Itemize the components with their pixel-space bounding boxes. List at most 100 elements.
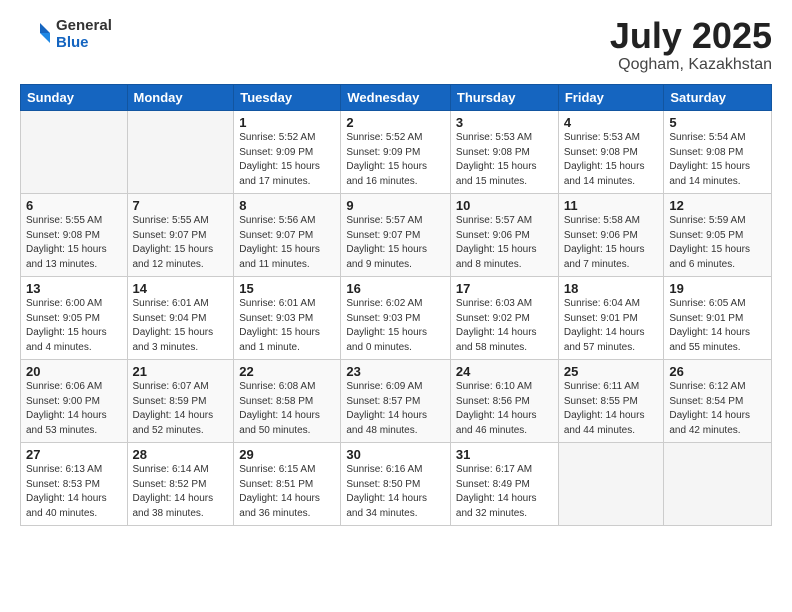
calendar-day-cell: 25Sunrise: 6:11 AM Sunset: 8:55 PM Dayli…: [558, 360, 664, 443]
header: General Blue July 2025 Qogham, Kazakhsta…: [20, 18, 772, 74]
logo-text: General Blue: [56, 18, 112, 51]
calendar-day-cell: 28Sunrise: 6:14 AM Sunset: 8:52 PM Dayli…: [127, 443, 234, 526]
day-info: Sunrise: 5:56 AM Sunset: 9:07 PM Dayligh…: [239, 214, 335, 272]
day-number: 25: [564, 364, 659, 379]
calendar-day-cell: 19Sunrise: 6:05 AM Sunset: 9:01 PM Dayli…: [664, 277, 772, 360]
day-number: 13: [26, 281, 122, 296]
month-year-title: July 2025: [610, 18, 772, 54]
calendar-day-cell: 3Sunrise: 5:53 AM Sunset: 9:08 PM Daylig…: [450, 111, 558, 194]
day-info: Sunrise: 5:57 AM Sunset: 9:06 PM Dayligh…: [456, 214, 553, 272]
day-number: 21: [133, 364, 229, 379]
calendar-day-cell: 13Sunrise: 6:00 AM Sunset: 9:05 PM Dayli…: [21, 277, 128, 360]
calendar-week-row: 6Sunrise: 5:55 AM Sunset: 9:08 PM Daylig…: [21, 194, 772, 277]
day-info: Sunrise: 6:16 AM Sunset: 8:50 PM Dayligh…: [346, 463, 445, 521]
col-monday: Monday: [127, 85, 234, 111]
logo-blue-label: Blue: [56, 35, 112, 52]
day-info: Sunrise: 5:54 AM Sunset: 9:08 PM Dayligh…: [669, 131, 766, 189]
logo: General Blue: [20, 18, 112, 51]
day-number: 14: [133, 281, 229, 296]
calendar-day-cell: [558, 443, 664, 526]
col-wednesday: Wednesday: [341, 85, 451, 111]
day-info: Sunrise: 5:52 AM Sunset: 9:09 PM Dayligh…: [346, 131, 445, 189]
day-number: 12: [669, 198, 766, 213]
logo-general-label: General: [56, 18, 112, 35]
title-section: July 2025 Qogham, Kazakhstan: [610, 18, 772, 74]
day-info: Sunrise: 6:11 AM Sunset: 8:55 PM Dayligh…: [564, 380, 659, 438]
day-info: Sunrise: 6:01 AM Sunset: 9:04 PM Dayligh…: [133, 297, 229, 355]
day-number: 30: [346, 447, 445, 462]
day-number: 8: [239, 198, 335, 213]
col-thursday: Thursday: [450, 85, 558, 111]
day-info: Sunrise: 5:53 AM Sunset: 9:08 PM Dayligh…: [564, 131, 659, 189]
calendar-day-cell: 16Sunrise: 6:02 AM Sunset: 9:03 PM Dayli…: [341, 277, 451, 360]
day-number: 18: [564, 281, 659, 296]
day-number: 9: [346, 198, 445, 213]
day-info: Sunrise: 6:15 AM Sunset: 8:51 PM Dayligh…: [239, 463, 335, 521]
day-number: 19: [669, 281, 766, 296]
day-info: Sunrise: 6:06 AM Sunset: 9:00 PM Dayligh…: [26, 380, 122, 438]
day-number: 22: [239, 364, 335, 379]
day-info: Sunrise: 6:05 AM Sunset: 9:01 PM Dayligh…: [669, 297, 766, 355]
calendar-day-cell: 24Sunrise: 6:10 AM Sunset: 8:56 PM Dayli…: [450, 360, 558, 443]
calendar-day-cell: 23Sunrise: 6:09 AM Sunset: 8:57 PM Dayli…: [341, 360, 451, 443]
calendar-day-cell: 31Sunrise: 6:17 AM Sunset: 8:49 PM Dayli…: [450, 443, 558, 526]
day-number: 11: [564, 198, 659, 213]
calendar-day-cell: 30Sunrise: 6:16 AM Sunset: 8:50 PM Dayli…: [341, 443, 451, 526]
day-info: Sunrise: 6:10 AM Sunset: 8:56 PM Dayligh…: [456, 380, 553, 438]
day-number: 31: [456, 447, 553, 462]
calendar-header-row: Sunday Monday Tuesday Wednesday Thursday…: [21, 85, 772, 111]
day-info: Sunrise: 6:14 AM Sunset: 8:52 PM Dayligh…: [133, 463, 229, 521]
day-number: 6: [26, 198, 122, 213]
col-tuesday: Tuesday: [234, 85, 341, 111]
calendar-day-cell: 2Sunrise: 5:52 AM Sunset: 9:09 PM Daylig…: [341, 111, 451, 194]
day-number: 5: [669, 115, 766, 130]
day-number: 3: [456, 115, 553, 130]
location-label: Qogham, Kazakhstan: [610, 56, 772, 74]
day-number: 23: [346, 364, 445, 379]
day-info: Sunrise: 6:02 AM Sunset: 9:03 PM Dayligh…: [346, 297, 445, 355]
calendar-day-cell: 11Sunrise: 5:58 AM Sunset: 9:06 PM Dayli…: [558, 194, 664, 277]
calendar-day-cell: 6Sunrise: 5:55 AM Sunset: 9:08 PM Daylig…: [21, 194, 128, 277]
day-info: Sunrise: 5:53 AM Sunset: 9:08 PM Dayligh…: [456, 131, 553, 189]
calendar-day-cell: 4Sunrise: 5:53 AM Sunset: 9:08 PM Daylig…: [558, 111, 664, 194]
day-info: Sunrise: 5:52 AM Sunset: 9:09 PM Dayligh…: [239, 131, 335, 189]
col-sunday: Sunday: [21, 85, 128, 111]
day-info: Sunrise: 6:09 AM Sunset: 8:57 PM Dayligh…: [346, 380, 445, 438]
day-number: 27: [26, 447, 122, 462]
calendar-week-row: 27Sunrise: 6:13 AM Sunset: 8:53 PM Dayli…: [21, 443, 772, 526]
calendar-day-cell: [21, 111, 128, 194]
day-number: 7: [133, 198, 229, 213]
calendar-day-cell: 29Sunrise: 6:15 AM Sunset: 8:51 PM Dayli…: [234, 443, 341, 526]
day-info: Sunrise: 6:00 AM Sunset: 9:05 PM Dayligh…: [26, 297, 122, 355]
calendar-day-cell: [127, 111, 234, 194]
day-number: 26: [669, 364, 766, 379]
day-number: 17: [456, 281, 553, 296]
calendar-day-cell: 15Sunrise: 6:01 AM Sunset: 9:03 PM Dayli…: [234, 277, 341, 360]
day-info: Sunrise: 5:59 AM Sunset: 9:05 PM Dayligh…: [669, 214, 766, 272]
day-info: Sunrise: 6:12 AM Sunset: 8:54 PM Dayligh…: [669, 380, 766, 438]
calendar-day-cell: [664, 443, 772, 526]
calendar-day-cell: 21Sunrise: 6:07 AM Sunset: 8:59 PM Dayli…: [127, 360, 234, 443]
calendar-day-cell: 8Sunrise: 5:56 AM Sunset: 9:07 PM Daylig…: [234, 194, 341, 277]
day-info: Sunrise: 6:01 AM Sunset: 9:03 PM Dayligh…: [239, 297, 335, 355]
day-number: 24: [456, 364, 553, 379]
day-number: 1: [239, 115, 335, 130]
calendar-day-cell: 10Sunrise: 5:57 AM Sunset: 9:06 PM Dayli…: [450, 194, 558, 277]
day-number: 4: [564, 115, 659, 130]
day-number: 29: [239, 447, 335, 462]
day-info: Sunrise: 5:55 AM Sunset: 9:07 PM Dayligh…: [133, 214, 229, 272]
day-info: Sunrise: 6:07 AM Sunset: 8:59 PM Dayligh…: [133, 380, 229, 438]
logo-icon: [20, 19, 52, 51]
day-info: Sunrise: 6:03 AM Sunset: 9:02 PM Dayligh…: [456, 297, 553, 355]
day-number: 2: [346, 115, 445, 130]
calendar-day-cell: 22Sunrise: 6:08 AM Sunset: 8:58 PM Dayli…: [234, 360, 341, 443]
page: General Blue July 2025 Qogham, Kazakhsta…: [0, 0, 792, 612]
calendar-day-cell: 7Sunrise: 5:55 AM Sunset: 9:07 PM Daylig…: [127, 194, 234, 277]
day-info: Sunrise: 6:08 AM Sunset: 8:58 PM Dayligh…: [239, 380, 335, 438]
day-info: Sunrise: 5:57 AM Sunset: 9:07 PM Dayligh…: [346, 214, 445, 272]
calendar-day-cell: 14Sunrise: 6:01 AM Sunset: 9:04 PM Dayli…: [127, 277, 234, 360]
day-number: 10: [456, 198, 553, 213]
calendar-day-cell: 27Sunrise: 6:13 AM Sunset: 8:53 PM Dayli…: [21, 443, 128, 526]
calendar-day-cell: 18Sunrise: 6:04 AM Sunset: 9:01 PM Dayli…: [558, 277, 664, 360]
day-number: 28: [133, 447, 229, 462]
